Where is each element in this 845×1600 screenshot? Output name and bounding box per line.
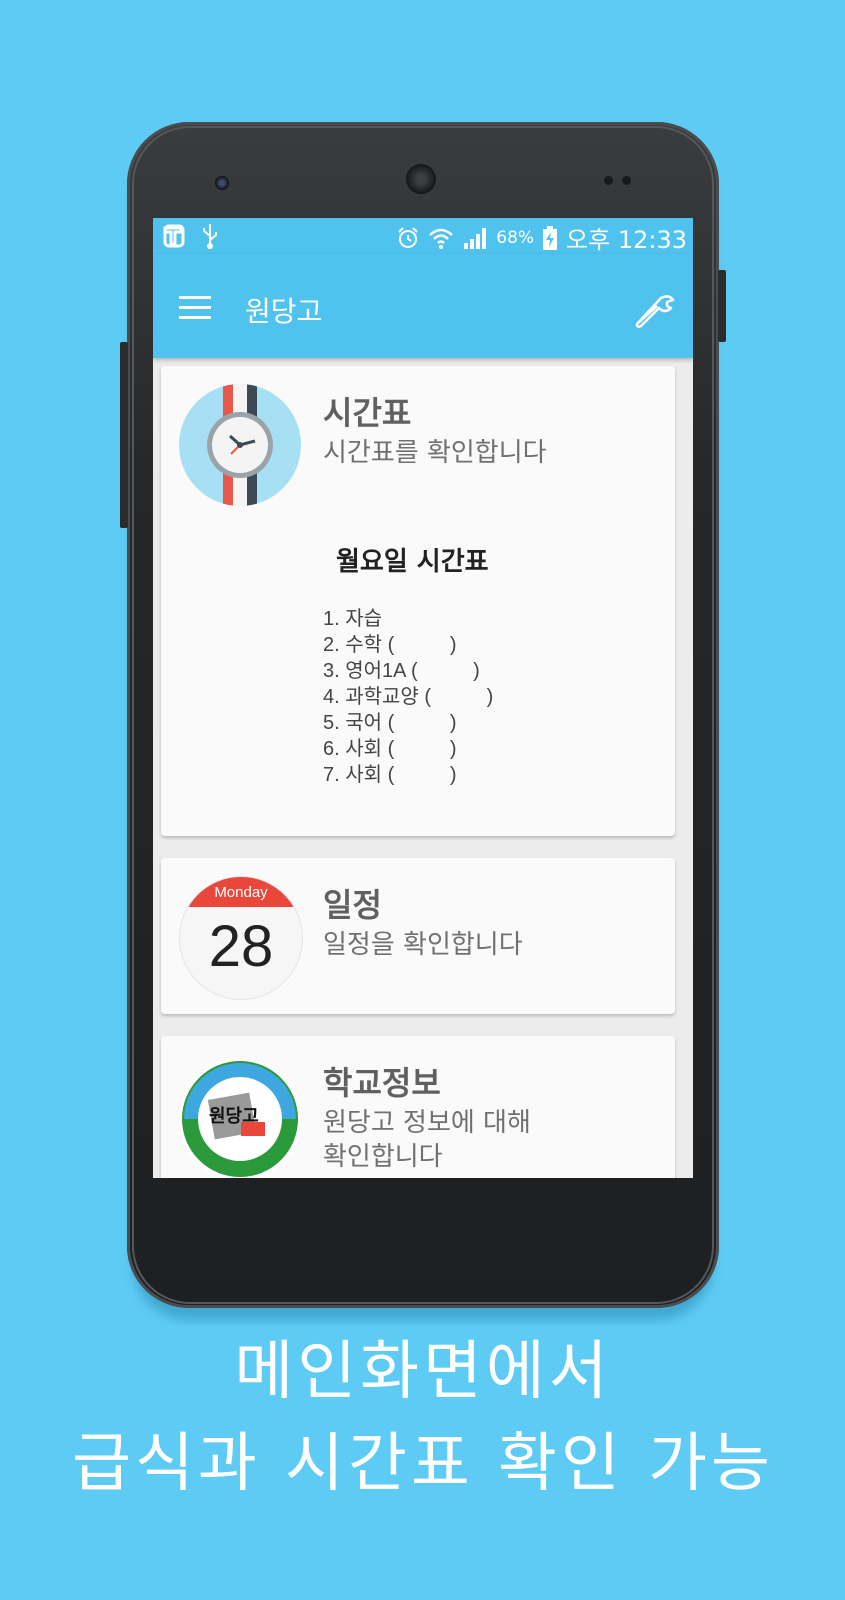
period-item: 5. 국어 ( )	[323, 712, 457, 734]
card-list: 시간표 시간표를 확인합니다 월요일 시간표 1. 자습 2. 수학 ( ) 3…	[153, 358, 693, 1178]
calendar-header: Monday	[180, 877, 302, 907]
school-info-subtitle-line1: 원당고 정보에 대해	[323, 1108, 531, 1138]
schedule-card[interactable]: Monday 28 일정 일정을 확인합니다	[161, 858, 675, 1014]
schedule-title: 일정	[323, 886, 382, 924]
app-notification-icon	[163, 224, 185, 248]
menu-icon[interactable]	[179, 296, 211, 320]
signal-icon	[464, 227, 487, 249]
period-item: 4. 과학교양 ( )	[323, 686, 494, 708]
timetable-subtitle: 시간표를 확인합니다	[323, 438, 547, 468]
phone-screen: 68% 오후 12:33 원당고 시간표 시간표를 확인합니다 월요일 시간표 …	[153, 218, 693, 1178]
school-info-title: 학교정보	[323, 1064, 441, 1102]
battery-percent: 68%	[496, 227, 535, 248]
wrench-icon[interactable]	[633, 292, 677, 328]
period-item: 6. 사회 ( )	[323, 738, 457, 760]
timetable-card[interactable]: 시간표 시간표를 확인합니다 월요일 시간표 1. 자습 2. 수학 ( ) 3…	[161, 366, 675, 836]
front-camera	[215, 176, 229, 190]
clock: 오후 12:33	[566, 226, 687, 254]
schedule-subtitle: 일정을 확인합니다	[323, 930, 523, 960]
volume-button	[718, 270, 726, 342]
period-item: 1. 자습	[323, 608, 383, 630]
calendar-date: 28	[208, 914, 274, 979]
school-info-card[interactable]: 원당고 학교정보 원당고 정보에 대해 확인합니다	[161, 1036, 675, 1178]
timetable-day-heading: 월요일 시간표	[336, 547, 489, 577]
light-sensor	[622, 176, 631, 185]
battery-charging-icon	[543, 225, 558, 250]
period-item: 3. 영어1A ( )	[323, 660, 480, 682]
app-title: 원당고	[245, 295, 323, 328]
watch-icon	[179, 384, 301, 506]
promo-caption: 메인화면에서 급식과 시간표 확인 가능	[28, 1326, 818, 1518]
calendar-icon: Monday 28	[179, 876, 303, 1000]
school-info-subtitle-line2: 확인합니다	[323, 1142, 443, 1172]
school-emblem-icon: 원당고	[179, 1058, 301, 1178]
calendar-day: Monday	[214, 884, 268, 901]
emblem-label: 원당고	[209, 1106, 259, 1127]
caption-line-2: 급식과 시간표 확인 가능	[72, 1427, 774, 1501]
wifi-icon	[429, 228, 454, 249]
alarm-icon	[398, 226, 418, 248]
app-bar: 원당고	[153, 254, 693, 358]
earpiece-speaker	[406, 164, 436, 194]
status-bar: 68% 오후 12:33	[153, 218, 693, 254]
period-item: 2. 수학 ( )	[323, 634, 457, 656]
caption-line-1: 메인화면에서	[234, 1335, 612, 1409]
period-list: 1. 자습 2. 수학 ( ) 3. 영어1A ( ) 4. 과학교양 ( ) …	[323, 606, 493, 788]
usb-icon	[203, 224, 217, 249]
period-item: 7. 사회 ( )	[323, 764, 457, 786]
proximity-sensor	[604, 176, 613, 185]
power-button	[120, 342, 128, 528]
timetable-title: 시간표	[323, 394, 412, 432]
